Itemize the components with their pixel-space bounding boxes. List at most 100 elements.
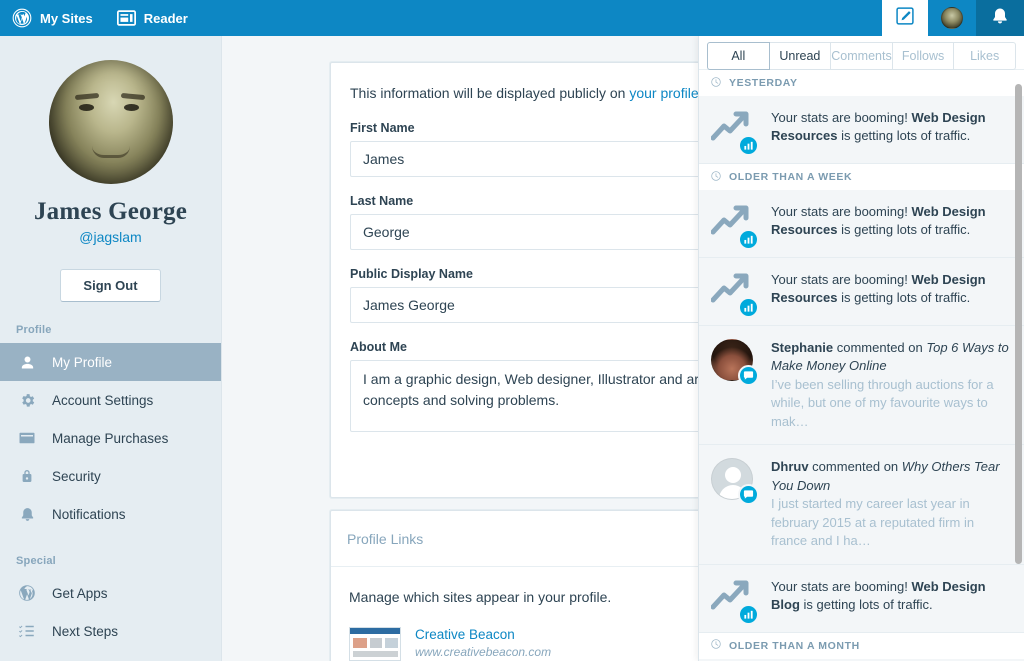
reader-icon (116, 10, 136, 26)
field-display-name: Public Display Name (350, 267, 757, 323)
section-label: OLDER THAN A WEEK (729, 171, 853, 183)
sidebar-item-label: My Profile (52, 354, 113, 370)
notification-text: Your stats are booming! Web Design Resou… (771, 109, 1010, 150)
write-icon (895, 6, 915, 31)
stats-bar-icon (738, 603, 759, 625)
notification-text: Your stats are booming! Web Design Resou… (771, 271, 1010, 312)
comment-bubble-icon (738, 484, 759, 506)
sidebar: James George @jagslam Sign Out Profile M… (0, 36, 222, 661)
stats-bar-icon (738, 229, 759, 250)
profile-avatar[interactable] (48, 60, 173, 184)
notification-media (711, 458, 759, 550)
notification-item-comment[interactable]: Stephanie commented on Top 6 Ways to Mak… (699, 326, 1024, 446)
tab-comments[interactable]: Comments (831, 41, 893, 70)
comment-action: commented on (808, 459, 902, 475)
sidebar-item-label: Security (52, 468, 101, 484)
site-name[interactable]: Creative Beacon (415, 627, 551, 642)
masthead-reader-label: Reader (143, 10, 188, 26)
stats-suffix: is getting lots of traffic. (837, 290, 971, 306)
profile-intro-text: This information will be displayed publi… (350, 83, 755, 104)
profile-links-subtitle: Manage which sites appear in your profil… (349, 589, 612, 605)
notification-item-comment[interactable]: Dhruv commented on Why Others Tear You D… (699, 445, 1024, 565)
bell-icon (990, 6, 1010, 31)
bell-icon (16, 506, 38, 523)
your-profile-link[interactable]: your profile (629, 85, 698, 101)
notifications-bell-button[interactable] (976, 0, 1024, 36)
avatar (941, 7, 963, 29)
sidebar-item-label: Get Apps (52, 585, 108, 601)
comment-action: commented on (833, 340, 927, 355)
sidebar-item-manage-purchases[interactable]: Manage Purchases (0, 419, 221, 457)
notification-media (710, 271, 759, 318)
masthead-my-sites[interactable]: My Sites (0, 0, 105, 36)
comment-snippet: I just started my career last year in fe… (771, 496, 975, 549)
display-name-input[interactable] (350, 287, 757, 323)
sidebar-item-account-settings[interactable]: Account Settings (0, 381, 221, 419)
tab-follows[interactable]: Follows (892, 41, 955, 70)
clock-icon (710, 76, 722, 91)
masthead-reader[interactable]: Reader (105, 0, 200, 36)
site-url: www.creativebeacon.com (415, 645, 552, 659)
last-name-input[interactable] (350, 214, 757, 250)
clock-icon (710, 170, 722, 185)
notification-text: Dhruv commented on Why Others Tear You D… (771, 458, 1010, 550)
sidebar-item-security[interactable]: Security (0, 457, 221, 495)
stats-prefix: Your stats are booming! (771, 204, 912, 219)
tab-all[interactable]: All (707, 41, 770, 70)
notification-section-header: OLDER THAN A WEEK (699, 164, 1024, 190)
credit-card-icon (16, 429, 38, 447)
notifications-scrollbar[interactable] (1015, 84, 1022, 564)
notification-media (710, 578, 759, 625)
stats-prefix: Your stats are booming! (771, 110, 912, 125)
notification-item-stats[interactable]: Your stats are booming! Web Design Resou… (699, 190, 1024, 258)
notification-media (710, 203, 759, 250)
field-last-name: Last Name (350, 194, 757, 250)
notifications-panel: All Unread Comments Follows Likes YESTER… (698, 36, 1024, 661)
sidebar-item-get-apps[interactable]: Get Apps (0, 574, 221, 612)
stats-bar-icon (738, 135, 759, 156)
notifications-list: YESTERDAY Your stats are booming! Web De… (699, 70, 1024, 661)
section-label: OLDER THAN A MONTH (729, 639, 860, 652)
notification-item-stats[interactable]: Your stats are booming! Web Design Resou… (699, 96, 1024, 164)
masthead: My Sites Reader (0, 0, 1024, 36)
masthead-avatar-button[interactable] (928, 0, 976, 36)
tab-likes[interactable]: Likes (954, 41, 1016, 70)
notification-item-stats[interactable]: Your stats are booming! Web Design Blog … (699, 564, 1024, 633)
stats-suffix: is getting lots of traffic. (799, 596, 933, 612)
first-name-label: First Name (350, 121, 415, 135)
notification-section-header: YESTERDAY (699, 70, 1024, 96)
profile-handle[interactable]: @jagslam (0, 229, 221, 245)
stats-suffix: is getting lots of traffic. (837, 222, 971, 238)
write-post-button[interactable] (882, 0, 928, 36)
sidebar-item-notifications[interactable]: Notifications (0, 495, 221, 533)
comment-snippet: I’ve been selling through auctions for a… (771, 376, 994, 429)
notification-text: Your stats are booming! Web Design Blog … (771, 578, 1010, 619)
notification-item-stats[interactable]: Your stats are booming! Web Design Resou… (699, 258, 1024, 326)
notifications-tabs: All Unread Comments Follows Likes (699, 36, 1024, 70)
masthead-my-sites-label: My Sites (40, 10, 93, 26)
comment-bubble-icon (738, 365, 759, 386)
list-item[interactable]: Creative Beacon www.creativebeacon.com (349, 627, 756, 661)
notification-section-header: OLDER THAN A MONTH (699, 632, 1024, 659)
about-me-textarea[interactable]: I am a graphic design, Web designer, Ill… (350, 360, 757, 432)
profile-intro-prefix: This information will be displayed publi… (350, 85, 630, 101)
stats-bar-icon (738, 297, 759, 318)
sidebar-item-label: Account Settings (52, 392, 154, 408)
sidebar-section-special: Special (16, 555, 56, 567)
tab-unread[interactable]: Unread (769, 41, 832, 70)
notification-media (710, 109, 759, 156)
comment-author: Dhruv (771, 459, 809, 475)
sidebar-item-help[interactable]: Help (0, 650, 221, 661)
sign-out-button[interactable]: Sign Out (60, 269, 161, 302)
sidebar-section-profile: Profile (16, 324, 52, 336)
field-about-me: About Me I am a graphic design, Web desi… (350, 340, 757, 437)
clock-icon (710, 638, 722, 653)
first-name-input[interactable] (350, 141, 757, 177)
checklist-icon (16, 622, 38, 640)
sidebar-item-my-profile[interactable]: My Profile (0, 343, 221, 381)
gear-icon (16, 392, 38, 409)
sidebar-item-next-steps[interactable]: Next Steps (0, 612, 221, 650)
field-first-name: First Name (350, 121, 757, 177)
stats-suffix: is getting lots of traffic. (837, 128, 971, 144)
sidebar-item-label: Notifications (52, 506, 126, 522)
